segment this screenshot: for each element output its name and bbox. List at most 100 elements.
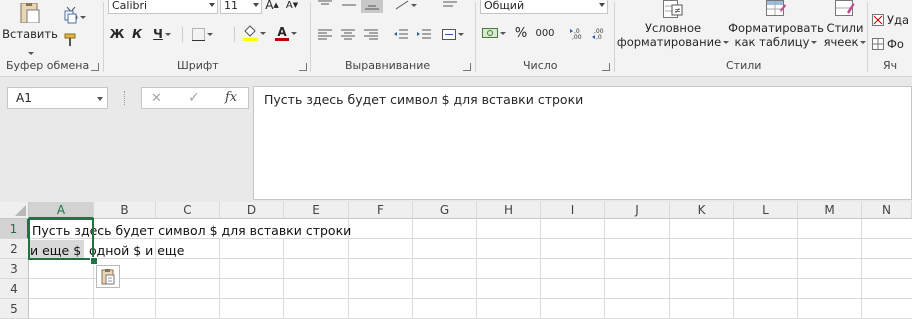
align-top-icon	[318, 0, 332, 5]
chevron-down-icon	[253, 3, 259, 7]
insert-function-button[interactable]: fx	[225, 90, 237, 105]
increase-decimal-button[interactable]: ,0,00	[568, 24, 588, 42]
name-box[interactable]: A1	[7, 87, 108, 109]
worksheet-grid: A B C D E F G H I J K L M N 1 2 3 4 5 Пу…	[0, 202, 912, 319]
name-box-dropdown[interactable]	[97, 97, 103, 101]
gridlines	[29, 219, 912, 319]
format-cells-button[interactable]: Фо	[872, 36, 912, 52]
italic-label: К	[132, 27, 142, 41]
svg-text:,0: ,0	[596, 34, 602, 40]
borders-button[interactable]	[188, 24, 216, 44]
conditional-formatting-label2: форматирование	[616, 35, 730, 49]
orientation-icon	[395, 0, 409, 10]
font-launcher[interactable]	[299, 63, 307, 71]
decrease-indent-icon	[394, 29, 408, 38]
underline-label: Ч	[153, 27, 163, 41]
formula-input[interactable]: Пусть здесь будет символ $ для вставки с…	[253, 86, 912, 200]
format-cells-icon	[872, 38, 884, 50]
decrease-font-button[interactable]: A ▼	[284, 0, 300, 13]
cells-group-label: Яч	[883, 59, 898, 72]
decrease-decimal-icon: ,00,0	[592, 28, 604, 40]
italic-button[interactable]: К	[128, 24, 146, 44]
conditional-formatting-icon: ≠	[663, 0, 683, 18]
align-right-icon	[364, 29, 378, 39]
paste-dropdown[interactable]	[26, 46, 34, 59]
paste-options-button[interactable]	[96, 265, 120, 288]
align-bottom-icon	[365, 5, 379, 10]
increase-font-button[interactable]: A ▲	[264, 0, 280, 13]
bold-button[interactable]: Ж	[108, 24, 126, 44]
chevron-down-icon	[599, 3, 605, 7]
currency-button[interactable]	[480, 24, 508, 42]
separator	[182, 27, 183, 42]
decrease-decimal-button[interactable]: ,00,0	[590, 24, 610, 42]
conditional-formatting-label2-text: форматирование	[616, 35, 722, 49]
align-left-button[interactable]	[315, 25, 335, 43]
align-top-button[interactable]	[315, 0, 335, 13]
percent-button[interactable]: %	[512, 24, 530, 42]
format-as-table-label2-text: как таблицу	[734, 35, 810, 49]
font-name-select[interactable]: Calibri	[108, 0, 218, 14]
format-as-table-label1: Форматировать	[728, 21, 824, 35]
name-box-value: A1	[16, 91, 32, 105]
percent-label: %	[514, 25, 528, 41]
format-painter-button[interactable]	[62, 32, 80, 48]
font-color-button[interactable]: А	[272, 22, 300, 44]
merge-center-button[interactable]	[439, 25, 467, 43]
fill-color-button[interactable]	[240, 22, 268, 44]
formula-bar-buttons: ✕ ✓ fx	[141, 87, 249, 109]
merge-center-icon	[442, 28, 456, 40]
align-bottom-button[interactable]	[361, 0, 383, 13]
clipboard-launcher[interactable]	[91, 63, 99, 71]
increase-indent-icon	[417, 29, 431, 38]
currency-icon	[482, 27, 498, 38]
align-middle-icon	[342, 4, 356, 6]
thousands-separator-button[interactable]: 000	[534, 24, 556, 42]
cell-styles-label2: ячеек	[824, 35, 867, 49]
format-as-table-button[interactable]: Форматировать как таблицу	[728, 0, 824, 56]
fill-handle[interactable]	[90, 257, 98, 265]
formula-bar-grip[interactable]	[124, 91, 127, 105]
delete-cells-button[interactable]: Уда	[872, 12, 912, 28]
chevron-down-icon	[209, 3, 215, 7]
font-color-bar	[275, 37, 289, 41]
cell-styles-button[interactable]: Стили ячеек	[823, 0, 867, 56]
align-middle-button[interactable]	[339, 0, 359, 13]
align-right-button[interactable]	[361, 25, 381, 43]
font-size-select[interactable]: 11	[220, 0, 262, 14]
copy-dropdown[interactable]	[80, 15, 86, 19]
font-group: Calibri 11 A ▲ A ▼ Ж К Ч А Шрифт	[104, 0, 310, 76]
conditional-formatting-button[interactable]: ≠ Условное форматирование	[616, 0, 730, 56]
align-center-icon	[341, 29, 355, 39]
copy-button[interactable]	[62, 9, 88, 25]
cell-a2-text-rest: одной $ и еще	[89, 243, 185, 258]
increase-indent-button[interactable]	[414, 25, 434, 43]
format-cells-label: Фо	[887, 37, 904, 51]
fill-bucket-icon	[242, 25, 258, 41]
cell-styles-icon	[835, 0, 855, 16]
underline-button[interactable]: Ч	[148, 24, 176, 44]
align-left-icon	[318, 29, 332, 39]
borders-icon	[191, 27, 205, 41]
paste-options-icon	[101, 268, 115, 284]
formula-bar: A1 ✕ ✓ fx Пусть здесь будет символ $ для…	[0, 77, 912, 202]
font-size-value: 11	[224, 0, 238, 12]
styles-group: ≠ Условное форматирование Форматировать …	[615, 0, 867, 76]
paste-button[interactable]: Вставить	[2, 0, 58, 44]
orientation-button[interactable]	[393, 0, 419, 13]
conditional-formatting-label1: Условное	[644, 21, 702, 35]
ribbon: Вставить Буфер обмена Calibri 11 A ▲ A ▼ Ж…	[0, 0, 912, 77]
enter-button[interactable]: ✓	[188, 90, 200, 106]
format-painter-icon	[64, 33, 76, 46]
number-launcher[interactable]	[602, 63, 610, 71]
cell-a1-text: Пусть здесь будет символ $ для вставки с…	[32, 223, 352, 238]
wrap-text-icon	[443, 1, 457, 7]
decrease-indent-button[interactable]	[391, 25, 411, 43]
cancel-button[interactable]: ✕	[151, 91, 162, 106]
wrap-text-button[interactable]	[439, 0, 461, 13]
align-center-button[interactable]	[338, 25, 358, 43]
cells-group: Уда Фо Яч	[868, 0, 912, 76]
alignment-launcher[interactable]	[463, 63, 471, 71]
number-format-select[interactable]: Общий	[480, 0, 608, 14]
format-as-table-icon	[766, 0, 786, 16]
